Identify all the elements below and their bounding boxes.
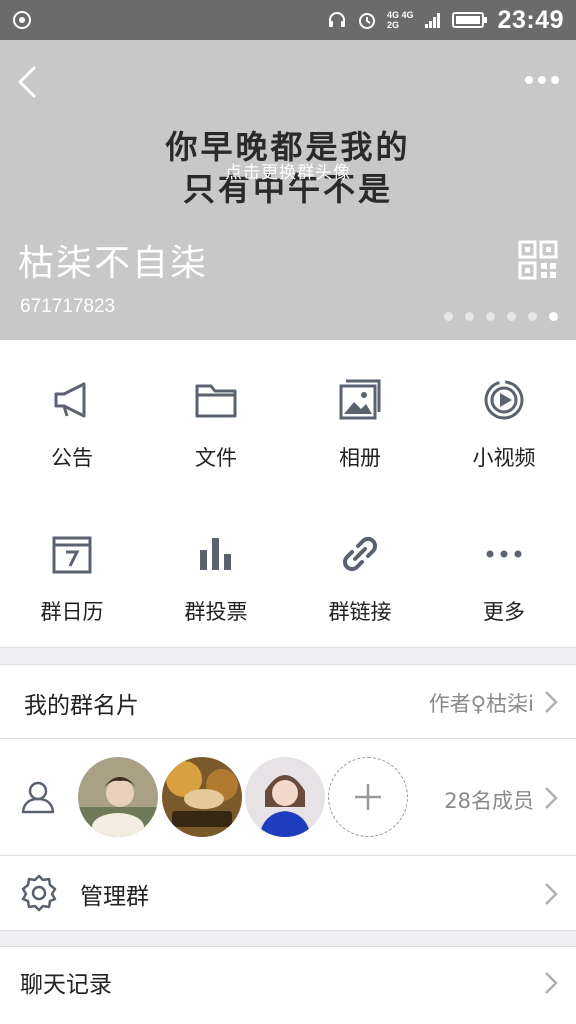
group-name: 枯柒不自柒 xyxy=(18,243,209,284)
chevron-right-icon xyxy=(545,787,558,809)
manage-group-row[interactable]: 管理群 xyxy=(0,855,576,931)
my-group-card-row[interactable]: 我的群名片 作者♀枯柒i xyxy=(0,664,576,739)
clock-time: 23:49 xyxy=(497,5,564,34)
group-id: 671717823 xyxy=(20,296,116,317)
page-dot xyxy=(486,312,495,321)
feature-album[interactable]: 相册 xyxy=(288,340,432,494)
chevron-right-icon xyxy=(545,691,558,713)
chevron-right-icon xyxy=(545,972,558,994)
status-bar: 4G 4G 2G 23:49 xyxy=(0,0,576,40)
megaphone-icon xyxy=(54,382,86,418)
feature-label: 更多 xyxy=(483,600,525,624)
plus-icon xyxy=(355,784,381,810)
member-avatar-2[interactable] xyxy=(162,757,242,837)
members-row[interactable]: 28名成员 xyxy=(0,738,576,856)
page-dot xyxy=(465,312,474,321)
feature-vote[interactable]: 群投票 xyxy=(144,494,288,648)
photo-album-icon xyxy=(339,379,381,420)
feature-more[interactable]: 更多 xyxy=(432,494,576,648)
feature-grid: 公告 文件 相册 小视频 群日历 群投票 群链接 更多 xyxy=(0,340,576,648)
more-dots-icon xyxy=(486,550,522,558)
app-notification-icon xyxy=(13,11,31,29)
page-indicator xyxy=(444,312,558,321)
feature-label: 群链接 xyxy=(328,600,392,624)
feature-link[interactable]: 群链接 xyxy=(288,494,432,648)
change-avatar-hint[interactable]: 点击更换群头像 xyxy=(0,158,576,183)
member-avatar-3[interactable] xyxy=(245,757,325,837)
member-photo-1 xyxy=(78,757,158,837)
more-options-icon[interactable] xyxy=(522,70,562,90)
network-indicator: 4G 4G 2G xyxy=(387,10,414,30)
chevron-right-icon xyxy=(545,883,558,905)
feature-label: 公告 xyxy=(51,446,93,470)
member-photo-3 xyxy=(245,757,325,837)
group-header[interactable]: 你早晚都是我的 只有中午不是 点击更换群头像 枯柒不自柒 671717823 xyxy=(0,40,576,340)
network-bottom-label: 2G xyxy=(387,20,400,30)
folder-icon xyxy=(195,384,237,418)
feature-label: 小视频 xyxy=(472,446,536,470)
battery-icon xyxy=(451,12,487,28)
add-member-button[interactable] xyxy=(328,757,408,837)
signal-icon xyxy=(424,13,440,28)
qr-code-icon[interactable] xyxy=(518,240,558,280)
page-dot xyxy=(444,312,453,321)
calendar-icon xyxy=(52,536,92,574)
feature-label: 群日历 xyxy=(40,600,104,624)
chat-history-row[interactable]: 聊天记录 xyxy=(0,946,576,1024)
video-play-icon xyxy=(484,380,524,420)
feature-label: 群投票 xyxy=(184,600,248,624)
feature-calendar[interactable]: 群日历 xyxy=(0,494,144,648)
back-arrow-icon[interactable] xyxy=(12,62,42,102)
group-card-value: 作者♀枯柒i xyxy=(428,692,534,716)
feature-files[interactable]: 文件 xyxy=(144,340,288,494)
chat-history-label: 聊天记录 xyxy=(20,972,112,998)
page-dot xyxy=(528,312,537,321)
members-icon xyxy=(21,781,55,814)
member-avatar-1[interactable] xyxy=(78,757,158,837)
member-photo-2 xyxy=(162,757,242,837)
page-dot xyxy=(507,312,516,321)
bar-chart-icon xyxy=(200,538,231,570)
member-count: 28名成员 xyxy=(444,789,534,813)
network-top-label: 4G 4G xyxy=(387,10,414,20)
manage-group-label: 管理群 xyxy=(80,884,149,910)
feature-label: 相册 xyxy=(339,446,381,470)
headset-icon xyxy=(329,12,346,27)
alarm-icon xyxy=(359,13,376,29)
feature-announcement[interactable]: 公告 xyxy=(0,340,144,494)
link-icon xyxy=(342,536,378,572)
page-dot xyxy=(549,312,558,321)
feature-label: 文件 xyxy=(195,446,237,470)
feature-short-video[interactable]: 小视频 xyxy=(432,340,576,494)
group-card-label: 我的群名片 xyxy=(24,693,139,719)
gear-icon xyxy=(21,874,57,912)
